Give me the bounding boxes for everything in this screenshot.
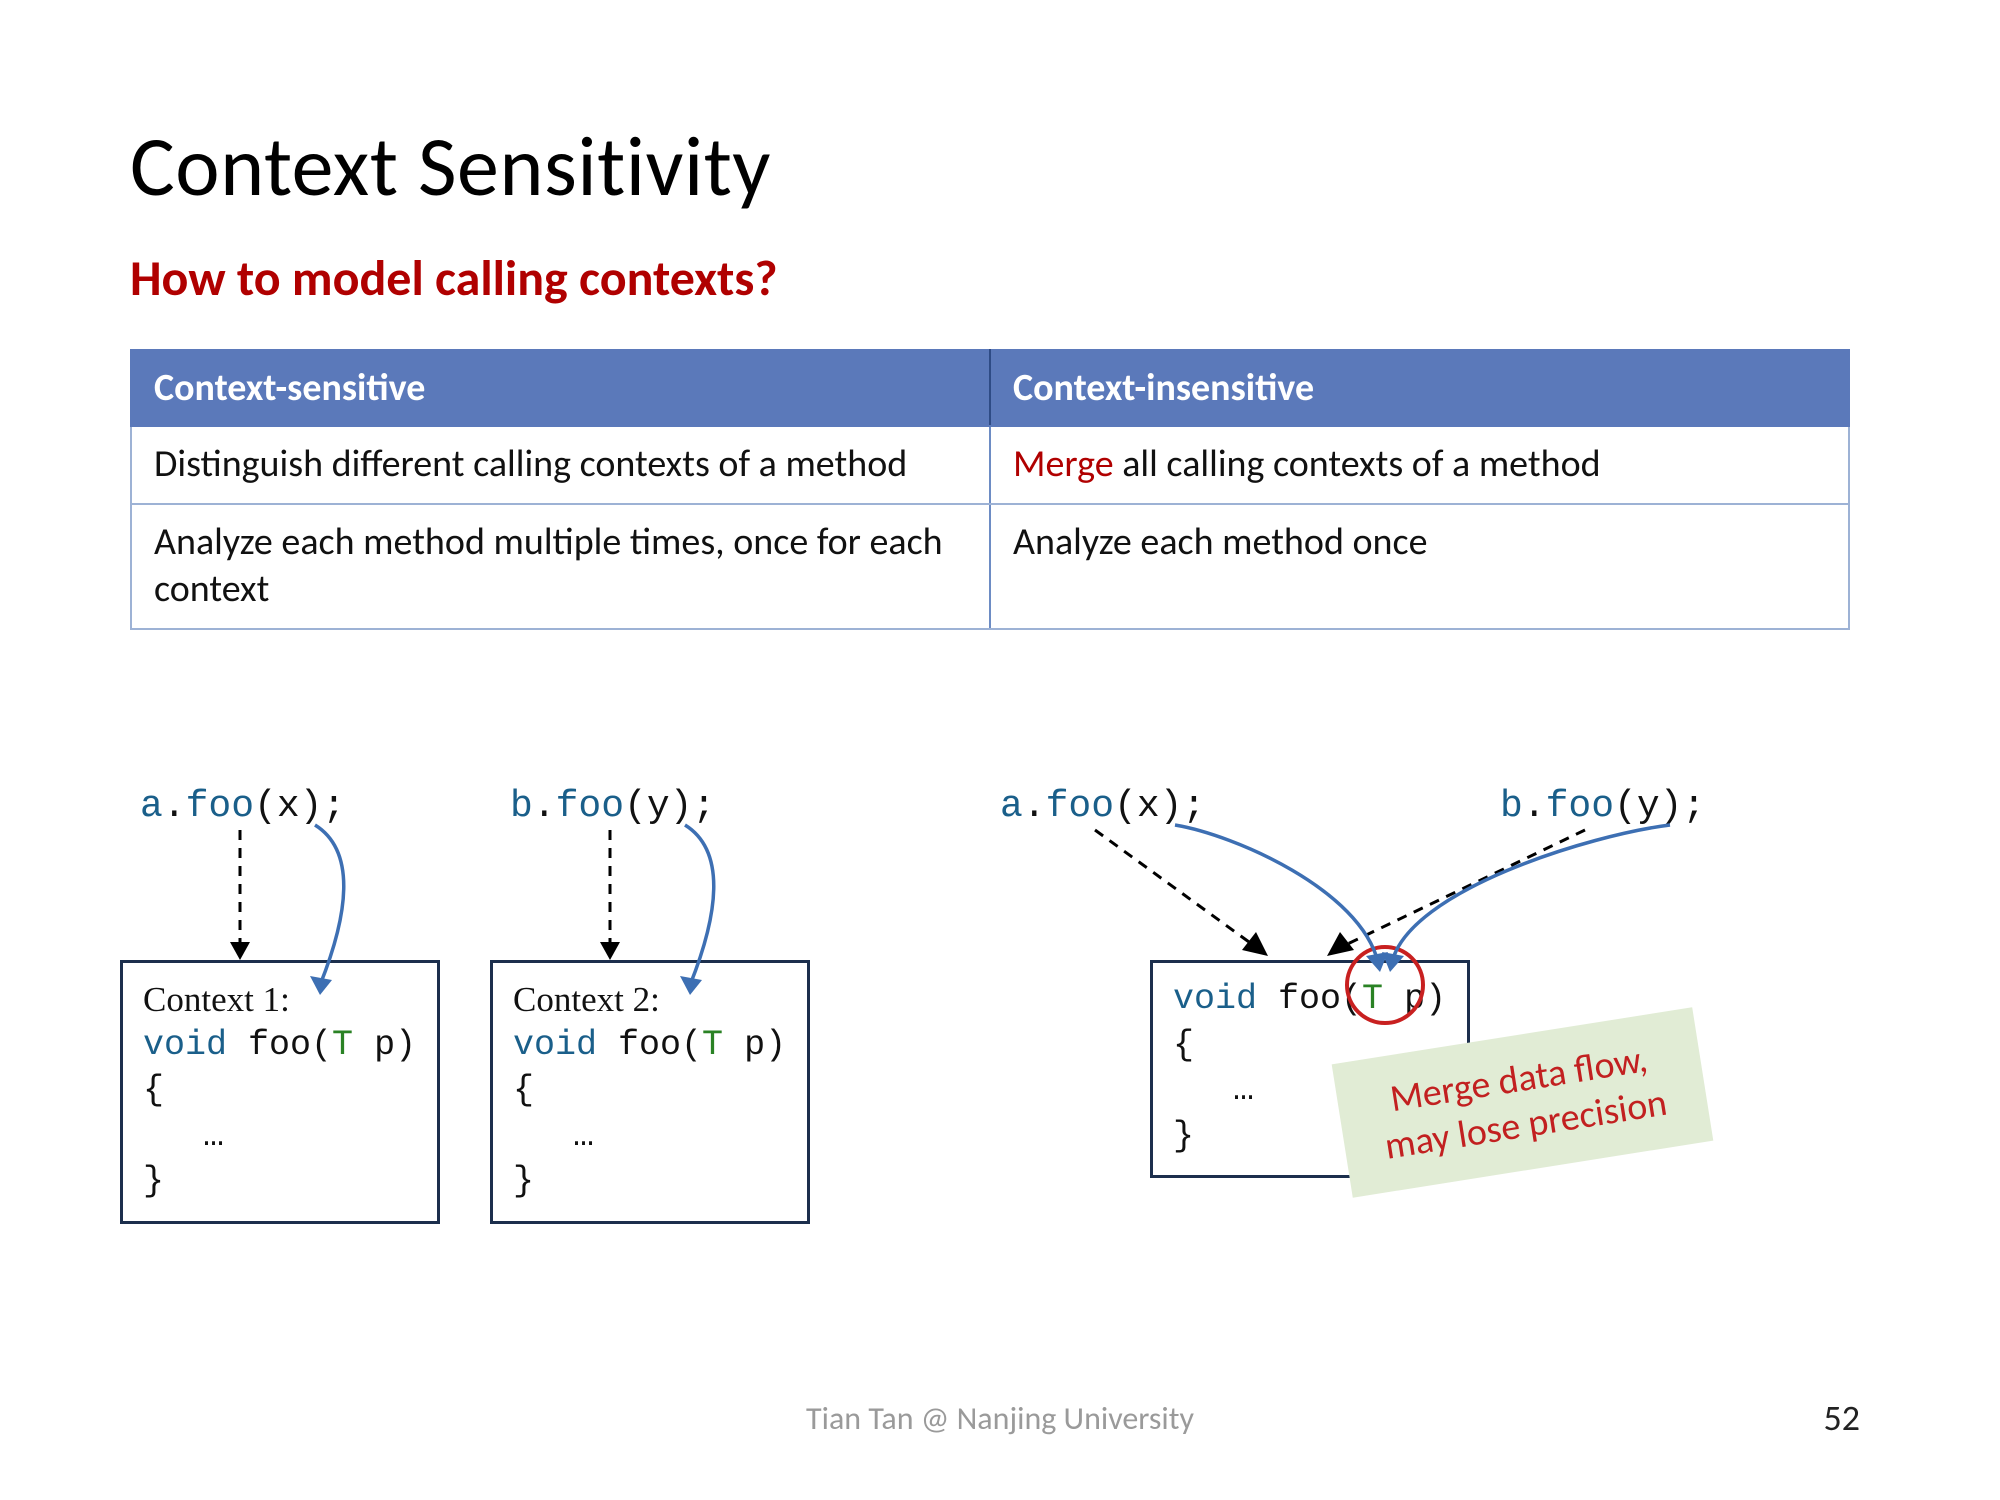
comparison-table: Context-sensitive Context-insensitive Di… [130, 349, 1850, 630]
context-label: Context 1: [143, 977, 417, 1023]
kw-void: void [143, 1025, 227, 1065]
code-box-context2: Context 2: void foo(T p) { … } [490, 960, 810, 1224]
context-label: Context 2: [513, 977, 787, 1023]
code-call-b: b.foo(y); [510, 785, 715, 828]
type-t: T [332, 1025, 353, 1065]
table-cell: Analyze each method multiple times, once… [131, 504, 990, 629]
code-text: p [353, 1025, 395, 1065]
code-box-context1: Context 1: void foo(T p) { … } [120, 960, 440, 1224]
table-cell: Distinguish different calling contexts o… [131, 426, 990, 504]
code-text: } [143, 1159, 417, 1205]
code-text: p [723, 1025, 765, 1065]
ellipsis: … [513, 1114, 787, 1160]
table-header: Context-insensitive [990, 350, 1849, 426]
code-call-a: a.foo(x); [140, 785, 345, 828]
kw-void: void [513, 1025, 597, 1065]
highlight-circle-icon [1345, 945, 1425, 1025]
code-text: foo( [597, 1025, 702, 1065]
code-call-b: b.foo(y); [1500, 785, 1705, 828]
type-t: T [702, 1025, 723, 1065]
ellipsis: … [143, 1114, 417, 1160]
code-text: } [513, 1159, 787, 1205]
table-cell: Analyze each method once [990, 504, 1849, 629]
page-number: 52 [1824, 1396, 1861, 1440]
table-cell-text: all calling contexts of a method [1114, 441, 1601, 487]
slide-subtitle: How to model calling contexts? [130, 248, 1870, 309]
footer-text: Tian Tan @ Nanjing University [0, 1399, 2000, 1438]
table-header-row: Context-sensitive Context-insensitive [131, 350, 1849, 426]
code-call-a: a.foo(x); [1000, 785, 1205, 828]
table-row: Analyze each method multiple times, once… [131, 504, 1849, 629]
slide-title: Context Sensitivity [130, 115, 1870, 218]
table-header: Context-sensitive [131, 350, 990, 426]
highlight-text: Merge [1013, 441, 1114, 487]
table-row: Distinguish different calling contexts o… [131, 426, 1849, 504]
diagram-area: a.foo(x); b.foo(y); Context 1: void foo(… [130, 780, 1870, 1260]
table-cell: Merge all calling contexts of a method [990, 426, 1849, 504]
code-text: foo( [227, 1025, 332, 1065]
kw-void: void [1173, 979, 1257, 1019]
